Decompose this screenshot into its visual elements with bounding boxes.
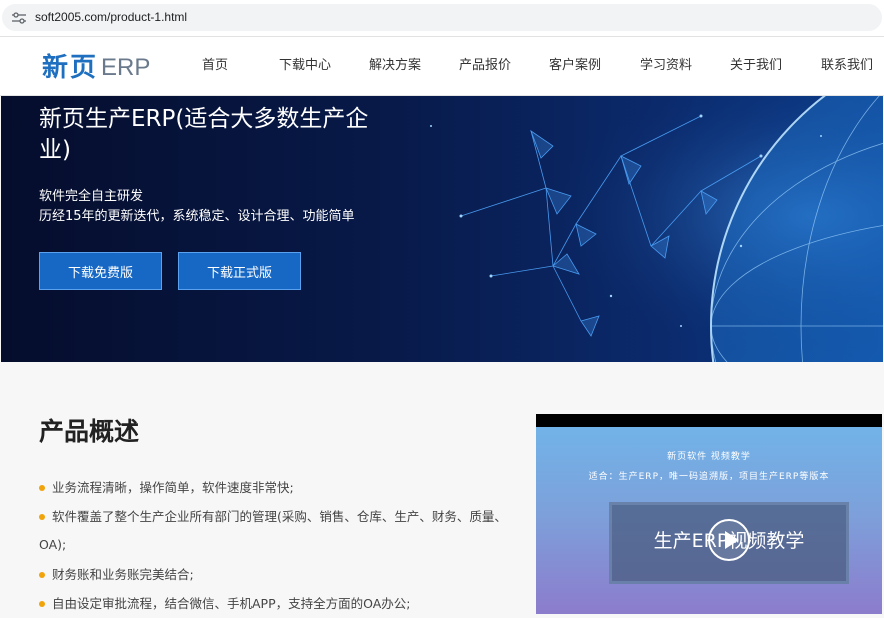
nav-item-solutions[interactable]: 解决方案 xyxy=(369,57,421,75)
bullet-icon xyxy=(39,513,45,520)
feature-text: 软件覆盖了整个生产企业所有部门的管理(采购、销售、仓库、生产、财务、质量、OA)… xyxy=(39,509,507,552)
hero-title: 新页生产ERP(适合大多数生产企业) xyxy=(39,106,369,163)
feature-item: 业务流程清晰，操作简单，软件速度非常快; xyxy=(39,474,524,502)
nav-item-contact[interactable]: 联系我们 xyxy=(821,57,873,75)
feature-text: 业务流程清晰，操作简单，软件速度非常快; xyxy=(52,480,294,495)
browser-address-bar: soft2005.com/product-1.html xyxy=(0,0,884,37)
feature-item: 软件覆盖了整个生产企业所有部门的管理(采购、销售、仓库、生产、财务、质量、OA)… xyxy=(39,503,524,559)
url-box[interactable]: soft2005.com/product-1.html xyxy=(2,4,882,31)
nav-item-about[interactable]: 关于我们 xyxy=(730,57,782,75)
bullet-icon xyxy=(39,571,45,578)
nav-item-home[interactable]: 首页 xyxy=(202,57,228,75)
hero-subtitle-2: 历经15年的更新迭代，系统稳定、设计合理、功能简单 xyxy=(39,209,355,224)
video-title-panel: 生产ERP视频教学 xyxy=(609,502,849,584)
tune-icon[interactable] xyxy=(12,12,26,24)
url-text[interactable]: soft2005.com/product-1.html xyxy=(35,9,187,25)
feature-text: 财务账和业务账完美结合; xyxy=(52,567,194,582)
video-top-bar xyxy=(536,414,882,427)
hero-banner: 新页生产ERP(适合大多数生产企业) 软件完全自主研发 历经15年的更新迭代，系… xyxy=(1,96,883,362)
nav-item-learning[interactable]: 学习资料 xyxy=(640,57,692,75)
site-header: 新页 ERP 首页 下载中心 解决方案 产品报价 客户案例 学习资料 关于我们 … xyxy=(0,37,884,96)
download-free-button[interactable]: 下载免费版 xyxy=(39,252,162,290)
bullet-icon xyxy=(39,600,45,607)
download-official-button[interactable]: 下载正式版 xyxy=(178,252,301,290)
logo-cn: 新页 xyxy=(42,53,99,83)
nav-item-pricing[interactable]: 产品报价 xyxy=(459,57,511,75)
nav-item-download[interactable]: 下载中心 xyxy=(279,57,331,75)
hero-subtitle-1: 软件完全自主研发 xyxy=(39,189,144,204)
overview-title: 产品概述 xyxy=(39,417,140,446)
nav-item-cases[interactable]: 客户案例 xyxy=(549,57,601,75)
bullet-icon xyxy=(39,484,45,491)
feature-item: 财务账和业务账完美结合; xyxy=(39,561,524,589)
logo-en: ERP xyxy=(101,54,151,81)
video-player[interactable]: 新页软件 视频教学 适合：生产ERP，唯一码追溯版，项目生产ERP等版本 生产E… xyxy=(536,414,882,614)
feature-text: 自由设定审批流程，结合微信、手机APP，支持全方面的OA办公; xyxy=(52,596,411,611)
site-logo[interactable]: 新页 ERP xyxy=(42,51,150,83)
video-caption-1: 新页软件 视频教学 xyxy=(667,452,751,462)
video-caption-2: 适合：生产ERP，唯一码追溯版，项目生产ERP等版本 xyxy=(588,472,830,482)
play-icon[interactable] xyxy=(708,519,750,561)
